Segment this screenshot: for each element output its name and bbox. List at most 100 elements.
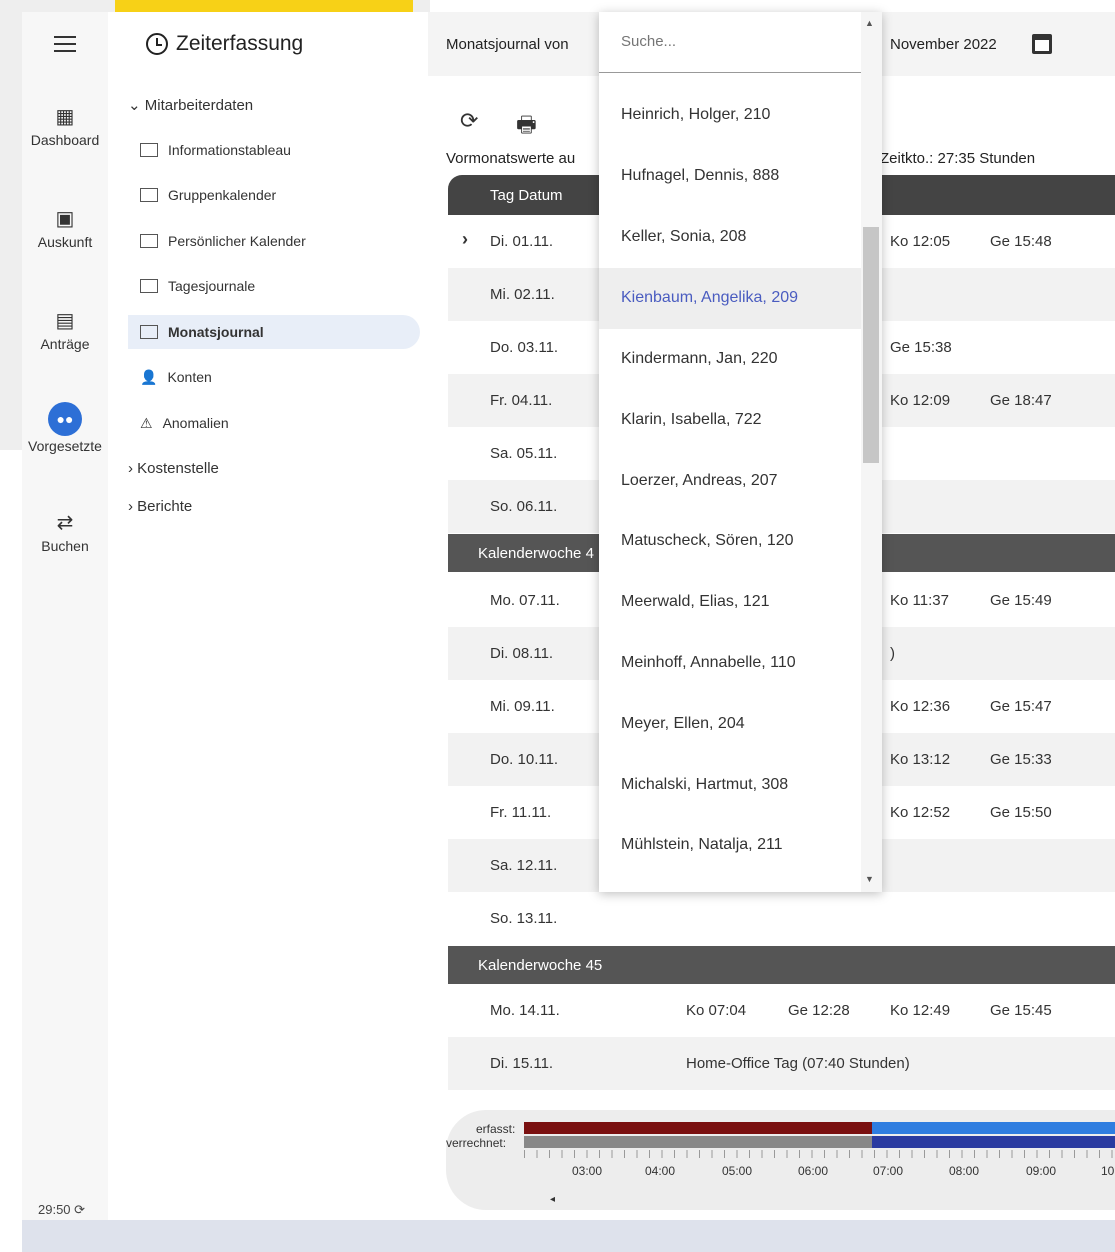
employee-dropdown: Heinrich, Holger, 210 Hufnagel, Dennis, … [599,12,882,892]
employee-option[interactable]: Meyer, Ellen, 204 [621,715,745,733]
row-booking: Ko 13:12 [890,751,951,768]
timeline-bar-verrechnet [524,1136,872,1148]
employee-option[interactable]: Hufnagel, Dennis, 888 [621,167,779,185]
rail-vorgesetzte-label: Vorgesetzte [28,438,102,454]
row-booking: Ge 15:33 [990,751,1052,768]
menu-icon[interactable] [54,36,76,54]
refresh-icon[interactable]: ⟳ [74,1202,85,1217]
week-label: Kalenderwoche 4 [478,545,594,562]
row-booking: Ge 15:47 [990,698,1052,715]
employee-option[interactable]: Loerzer, Andreas, 207 [621,472,778,490]
rail-vorgesetzte[interactable]: ●● Vorgesetzte [22,402,108,454]
dropdown-scrollbar-thumb[interactable] [863,227,879,463]
sidebar-item-monatsjournal[interactable]: Monatsjournal [128,315,420,349]
row-date: Do. 10.11. [490,751,559,768]
sidebar-item-anomalien[interactable]: ⚠ Anomalien [140,406,229,440]
timeline-scroll-left-icon[interactable]: ◂ [550,1194,555,1205]
sidebar-nav: Zeiterfassung ⌄ Mitarbeiterdaten Informa… [108,12,428,1220]
nav-group-mitarbeiterdaten[interactable]: ⌄ Mitarbeiterdaten [128,96,253,114]
timeline-bar-erfasst [524,1122,872,1134]
calendar-grid-icon [140,188,158,202]
rail-auskunft[interactable]: ▣ Auskunft [22,208,108,250]
row-booking: Ko 12:05 [890,233,951,250]
timeline-hour-label: 03:00 [572,1164,603,1178]
calendar-icon[interactable] [1032,34,1052,54]
scroll-up-icon[interactable]: ▲ [865,18,874,28]
document-icon: ▤ [55,310,75,332]
row-date: Fr. 04.11. [490,392,553,409]
sidebar-item-konten[interactable]: 👤 Konten [140,360,212,394]
sidebar-item-informationstableau[interactable]: Informationstableau [140,133,291,167]
scroll-down-icon[interactable]: ▼ [865,874,874,884]
row-date: Mi. 09.11. [490,698,555,715]
timeline-bar-verrechnet-blue [872,1136,1115,1148]
brand-accent-bar [115,0,413,12]
nav-group-berichte[interactable]: › Berichte [128,498,192,515]
sidebar-item-persoenlicher-kalender[interactable]: Persönlicher Kalender [140,224,306,258]
employee-option-selected[interactable]: Kienbaum, Angelika, 209 [621,289,798,307]
document-icon [140,279,158,293]
icon-rail: ▦ Dashboard ▣ Auskunft ▤ Anträge ●● Vorg… [22,12,108,1220]
row-note: ) [890,645,895,662]
journal-label: Monatsjournal von [446,36,569,53]
table-row[interactable]: So. 13.11. [448,892,1115,945]
row-note: Home-Office Tag (07:40 Stunden) [686,1055,910,1072]
row-date: So. 06.11. [490,498,558,515]
row-date: Do. 03.11. [490,339,559,356]
chevron-down-icon: ⌄ [128,97,141,114]
row-booking: Ge 12:28 [788,1002,850,1019]
refresh-icon[interactable]: ⟳ [460,108,478,134]
employee-option[interactable]: Heinrich, Holger, 210 [621,106,770,124]
row-date: Fr. 11.11. [490,804,552,821]
table-row[interactable]: Mo. 14.11. Ko 07:04 Ge 12:28 Ko 12:49 Ge… [448,984,1115,1037]
timeline-hour-label: 07:00 [873,1164,904,1178]
row-booking: Ge 15:48 [990,233,1052,250]
sidebar-item-label: Persönlicher Kalender [168,233,306,249]
sidebar-item-tagesjournale[interactable]: Tagesjournale [140,269,255,303]
document-icon [140,325,158,339]
table-row[interactable]: Di. 15.11. Home-Office Tag (07:40 Stunde… [448,1037,1115,1090]
row-booking: Ko 11:37 [890,592,949,609]
employee-option[interactable]: Matuscheck, Sören, 120 [621,532,794,550]
zeitkonto-label: Zeitkto.: 27:35 Stunden [880,150,1036,167]
employee-search-input[interactable] [619,32,843,51]
print-icon[interactable]: 🖶 [516,108,537,146]
sidebar-item-label: Tagesjournale [168,278,256,294]
vormonat-label: Vormonatswerte au [446,150,576,167]
rail-antraege-label: Anträge [40,336,90,352]
nav-group-kostenstelle[interactable]: › Kostenstelle [128,460,219,477]
employee-option[interactable]: Kindermann, Jan, 220 [621,350,778,368]
sidebar-item-label: Monatsjournal [168,324,264,340]
rail-dashboard[interactable]: ▦ Dashboard [22,106,108,148]
row-date: Mo. 07.11. [490,592,560,609]
employee-option[interactable]: Klarin, Isabella, 722 [621,411,762,429]
sidebar-item-label: Gruppenkalender [168,187,277,203]
sidebar-item-gruppenkalender[interactable]: Gruppenkalender [140,178,276,212]
row-booking: Ge 15:49 [990,592,1052,609]
month-value[interactable]: November 2022 [890,36,997,53]
row-date: So. 13.11. [490,910,558,927]
sidebar-item-label: Informationstableau [168,142,291,158]
row-date: Mo. 14.11. [490,1002,560,1019]
timeline-ticks [524,1150,1115,1158]
row-date: Mi. 02.11. [490,286,555,303]
app-title-text: Zeiterfassung [176,32,304,55]
rail-antraege[interactable]: ▤ Anträge [22,310,108,352]
timeline-hour-label: 04:00 [645,1164,676,1178]
monitor-icon [140,143,158,157]
swap-icon: ⇄ [56,512,74,534]
group-icon: ●● [48,402,82,436]
chevron-right-icon: › [128,460,133,477]
chevron-right-icon[interactable]: › [462,229,468,250]
badge-icon: ▣ [55,208,75,230]
employee-option[interactable]: Keller, Sonia, 208 [621,228,746,246]
session-timer-value: 29:50 [38,1202,71,1217]
employee-option[interactable]: Michalski, Hartmut, 308 [621,776,788,794]
employee-option[interactable]: Meinhoff, Annabelle, 110 [621,654,796,672]
row-booking: Ko 12:09 [890,392,951,409]
employee-option[interactable]: Meerwald, Elias, 121 [621,593,770,611]
employee-option[interactable]: Mühlstein, Natalja, 211 [621,836,783,854]
row-booking: Ge 18:47 [990,392,1052,409]
rail-buchen[interactable]: ⇄ Buchen [22,512,108,554]
timeline-hour-label: 08:00 [949,1164,980,1178]
